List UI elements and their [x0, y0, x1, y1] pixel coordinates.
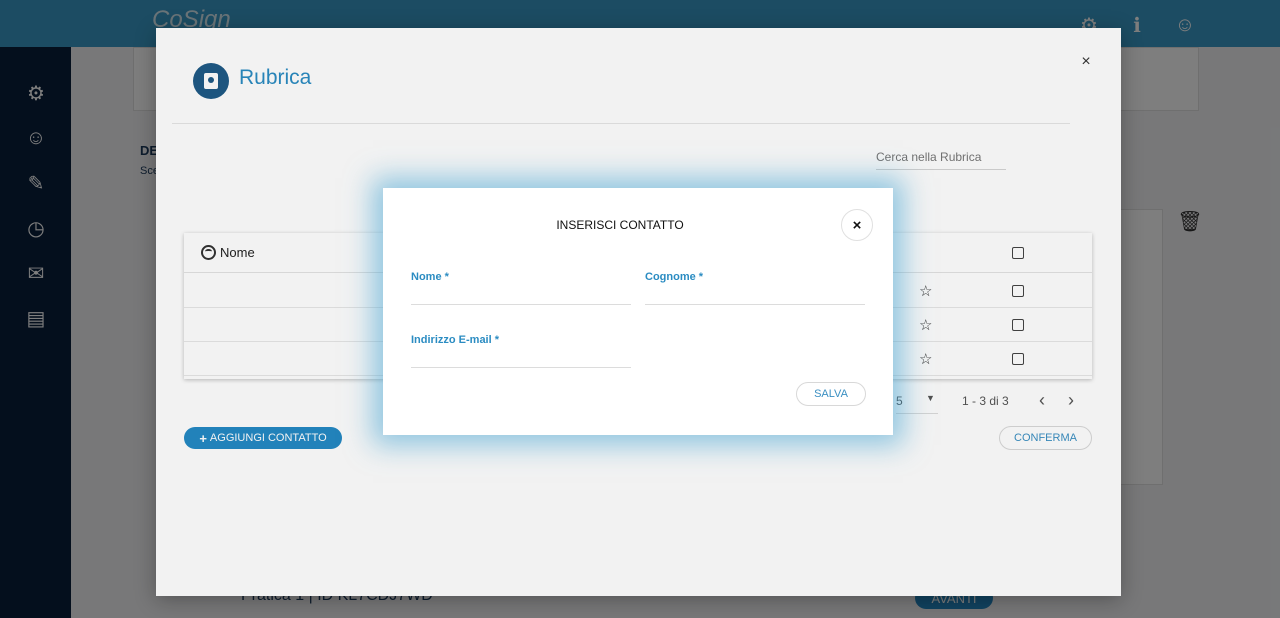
cognome-label: Cognome *: [645, 271, 704, 283]
nome-field[interactable]: [411, 283, 631, 305]
email-field[interactable]: [411, 346, 631, 368]
email-label: Indirizzo E-mail *: [411, 334, 500, 346]
dialog-close-button[interactable]: ×: [841, 209, 873, 241]
nome-label: Nome *: [411, 271, 449, 283]
cognome-field[interactable]: [645, 283, 865, 305]
dialog-title: INSERISCI CONTATTO: [556, 218, 684, 232]
save-button[interactable]: SALVA: [796, 382, 866, 406]
insert-contact-dialog: INSERISCI CONTATTO × Nome * Cognome * In…: [383, 188, 893, 435]
